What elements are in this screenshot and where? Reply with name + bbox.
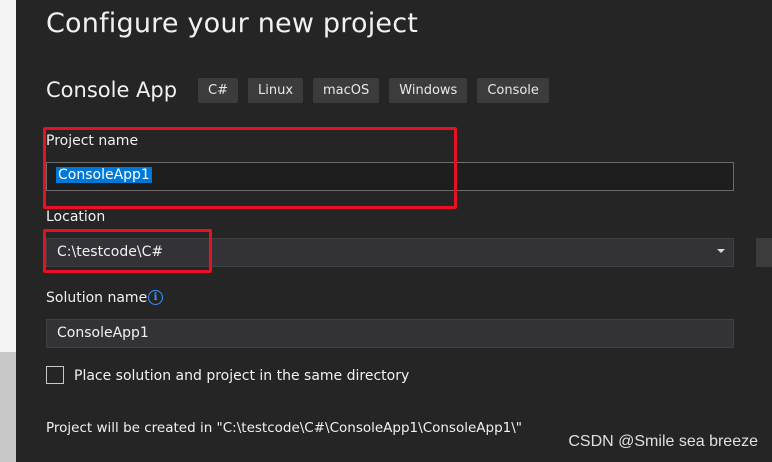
tag-linux: Linux <box>247 78 304 103</box>
solution-name-input[interactable]: ConsoleApp1 <box>46 319 734 348</box>
same-directory-checkbox[interactable] <box>46 366 64 384</box>
highlight-box-location <box>43 229 212 273</box>
browse-button[interactable] <box>756 238 772 267</box>
tag-macos: macOS <box>313 78 380 103</box>
chevron-down-icon[interactable] <box>717 249 725 253</box>
page-title: Configure your new project <box>46 8 419 39</box>
solution-name-value: ConsoleApp1 <box>57 325 149 341</box>
tag-csharp: C# <box>198 78 238 103</box>
tag-windows: Windows <box>389 78 468 103</box>
highlight-box-project-name <box>43 127 457 209</box>
same-directory-label[interactable]: Place solution and project in the same d… <box>74 368 409 384</box>
template-tags: C# Linux macOS Windows Console <box>198 78 549 103</box>
template-name: Console App <box>46 78 178 102</box>
tag-console: Console <box>477 78 549 103</box>
info-icon[interactable]: i <box>148 290 163 305</box>
background-window-strip-lower <box>0 352 16 462</box>
location-label: Location <box>46 209 106 225</box>
solution-name-label: Solution name <box>46 290 148 306</box>
watermark: CSDN @Smile sea breeze <box>568 433 758 450</box>
created-path-note: Project will be created in "C:\testcode\… <box>46 420 523 436</box>
background-window-strip <box>0 0 16 462</box>
